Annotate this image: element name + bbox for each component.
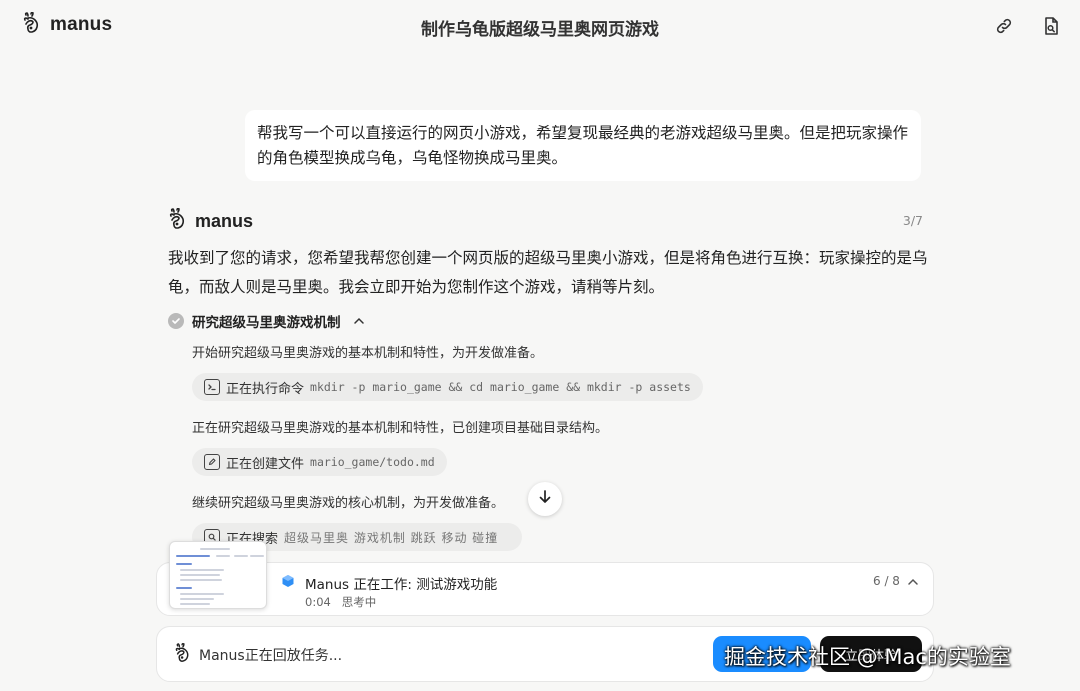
manus-logo-icon: [174, 642, 192, 667]
file-search-icon[interactable]: [1039, 14, 1063, 38]
try-now-button[interactable]: 立即体验: [820, 636, 922, 672]
pill-detail: mkdir -p mario_game && cd mario_game && …: [310, 380, 691, 394]
task-status-card[interactable]: [156, 562, 934, 616]
status-title: Manus 正在工作: 测试游戏功能: [305, 577, 498, 593]
phase-title: 研究超级马里奥游戏机制: [192, 315, 341, 331]
check-circle-icon: [168, 313, 184, 329]
edit-file-icon: [204, 454, 220, 470]
pill-label: 正在创建文件: [226, 456, 305, 472]
agent-intro-text: 我收到了您的请求，您希望我帮您创建一个网页版的超级马里奥小游戏，但是将角色进行互…: [168, 249, 928, 296]
user-message: 帮我写一个可以直接运行的网页小游戏，希望复现最经典的老游戏超级马里奥。但是把玩家…: [245, 110, 921, 181]
phase-header[interactable]: 研究超级马里奥游戏机制: [168, 311, 365, 331]
replay-status: Manus正在回放任务...: [174, 642, 343, 667]
thinking-label: 思考中: [341, 595, 377, 609]
status-time-row: 0:04 思考中: [305, 594, 376, 610]
preview-thumbnail[interactable]: [169, 541, 267, 609]
page-title: 制作乌龟版超级马里奥网页游戏: [421, 20, 659, 40]
agent-header: manus: [168, 207, 254, 234]
arrow-down-icon: [537, 489, 553, 509]
manus-logo-icon: [168, 207, 188, 234]
link-icon[interactable]: [992, 14, 1016, 38]
replay-text: Manus正在回放任务...: [199, 648, 343, 664]
terminal-icon: [204, 379, 220, 395]
pill-detail: 超级马里奥 游戏机制 跳跃 移动 碰撞: [284, 530, 499, 545]
agent-name: manus: [195, 210, 254, 231]
elapsed-time: 0:04: [305, 595, 331, 609]
skip-to-result-button[interactable]: [713, 636, 811, 672]
working-spinner-icon: [281, 573, 295, 592]
step-counter: 3/7: [902, 213, 923, 228]
step-text: 开始研究超级马里奥游戏的基本机制和特性，为开发做准备。: [192, 346, 544, 361]
step-text: 继续研究超级马里奥游戏的核心机制，为开发做准备。: [192, 496, 505, 511]
pill-label: 正在执行命令: [226, 381, 305, 397]
file-pill[interactable]: 正在创建文件 mario_game/todo.md: [192, 448, 447, 476]
command-pill[interactable]: 正在执行命令 mkdir -p mario_game && cd mario_g…: [192, 373, 703, 401]
pill-detail: mario_game/todo.md: [310, 455, 435, 469]
chevron-up-icon[interactable]: [906, 574, 920, 593]
chevron-up-icon[interactable]: [353, 312, 365, 331]
status-progress: 6 / 8: [873, 574, 900, 588]
scroll-down-button[interactable]: [528, 482, 562, 516]
step-text: 正在研究超级马里奥游戏的基本机制和特性，已创建项目基础目录结构。: [192, 421, 609, 436]
